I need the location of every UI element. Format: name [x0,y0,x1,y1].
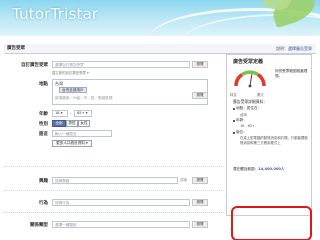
custom-audience-browse-button[interactable]: 瀏覽 [192,61,208,68]
language-label: 語言 [39,132,48,137]
connections-label: 關係類型 [30,223,48,228]
age-min-value: 18 ▾ [55,111,63,115]
behaviors-search-input[interactable]: 搜尋行為 [52,199,190,206]
reach-highlight-annotation [231,206,312,240]
custom-audience-input[interactable]: 選擇自訂廣告受眾 [52,61,190,68]
interests-browse-button[interactable]: 瀏覽 [192,177,208,184]
location-token[interactable]: 台灣全部用戶 [59,87,87,93]
placement-summary-label: 版位： [236,130,247,134]
divider [4,166,224,167]
bullet-dot [233,132,235,134]
location-browse-button[interactable]: 瀏覽 [192,92,208,99]
audience-gauge [234,70,266,88]
gauge-red-segment-2 [256,73,266,87]
location-token-label: 台灣全部用戶 [62,88,84,92]
audience-definition-panel: 廣告受眾定義 特定 廣泛 你的受眾範圍相當理想。 廣告受眾詳細資料： 地點：居住… [226,54,312,216]
section-header: 廣告受眾 說明：選擇廣告受眾 [4,44,316,54]
age-dash: - [70,111,72,116]
behaviors-browse-button[interactable]: 瀏覽 [192,199,208,206]
tutortristar-logo: TutorTristar [12,5,99,23]
connections-browse-button[interactable]: 瀏覽 [192,221,208,228]
gauge-green-segment [241,70,259,77]
gauge-hub [248,84,252,88]
divider-3 [4,212,224,213]
interests-suggestions-link[interactable]: 建議 [180,178,187,183]
potential-reach-value: 14,400,000人 [258,167,285,171]
location-label: 地點 [39,82,48,87]
interests-label: 興趣 [39,179,48,184]
age-summary-label: 年齡： [236,118,247,122]
location-input[interactable]: 新增國家／州省／市／區／郵遞區號 [55,96,113,101]
gender-male-button[interactable]: 男性 [66,120,78,127]
bullet-dot [233,120,235,122]
page-title: 廣告受眾 [7,46,25,51]
gender-all-button[interactable]: 全部 [52,120,66,127]
age-max-select[interactable]: 65+ ▾ [74,110,92,117]
location-summary-value: 台灣 [240,113,247,117]
location-box: 台灣 台灣全部用戶 新增國家／州省／市／區／郵遞區號 [52,79,208,105]
divider-2 [4,190,224,191]
gauge-needle [249,74,253,87]
language-input[interactable]: 輸入一種語言 [52,130,112,137]
header-banner: TutorTristar [0,0,320,36]
gauge-label-specific: 特定 [230,93,237,97]
gender-female-button[interactable]: 女性 [78,120,90,127]
placement-summary-value: 在桌上型電腦的動態消息和右欄，行動裝置動態消息和第三方應用程式上 [240,136,308,145]
gauge-red-segment [234,73,244,87]
behaviors-label: 行為 [39,201,48,206]
create-custom-audience-link[interactable]: 建立新的自訂廣告受眾 ▾ [52,70,89,75]
audience-panel-title: 廣告受眾定義 [233,59,264,65]
gender-label: 性別 [39,122,48,127]
age-summary-value: 18 - 65+ [240,124,255,128]
age-label: 年齡 [39,112,48,117]
interests-search-input[interactable]: 搜尋興趣 [52,177,178,184]
age-min-select[interactable]: 18 ▾ [52,110,68,117]
custom-audience-label: 自訂廣告受眾 [21,63,48,68]
connections-select[interactable]: 選擇一種類型 [52,221,190,228]
help-link[interactable]: 說明：選擇廣告受眾 [276,46,312,52]
audience-details-title: 廣告受眾詳細資料： [233,99,268,104]
bullet-dot [233,108,235,110]
potential-reach-label: 潛在觸及範圍： [233,167,259,171]
gauge-caption: 你的受眾範圍相當理想。 [275,69,308,78]
age-max-value: 65+ ▾ [77,111,88,115]
location-summary-label: 地點：居住在： [236,106,262,110]
gauge-label-broad: 廣泛 [257,93,264,97]
ad-audience-form: 自訂廣告受眾 選擇自訂廣告受眾 瀏覽 建立新的自訂廣告受眾 ▾ 地點 台灣 台灣… [4,54,316,240]
potential-reach: 潛在觸及範圍：14,400,000人 [233,167,285,172]
more-demographics-button[interactable]: 更多人口統計資料 ▾ [52,140,92,147]
